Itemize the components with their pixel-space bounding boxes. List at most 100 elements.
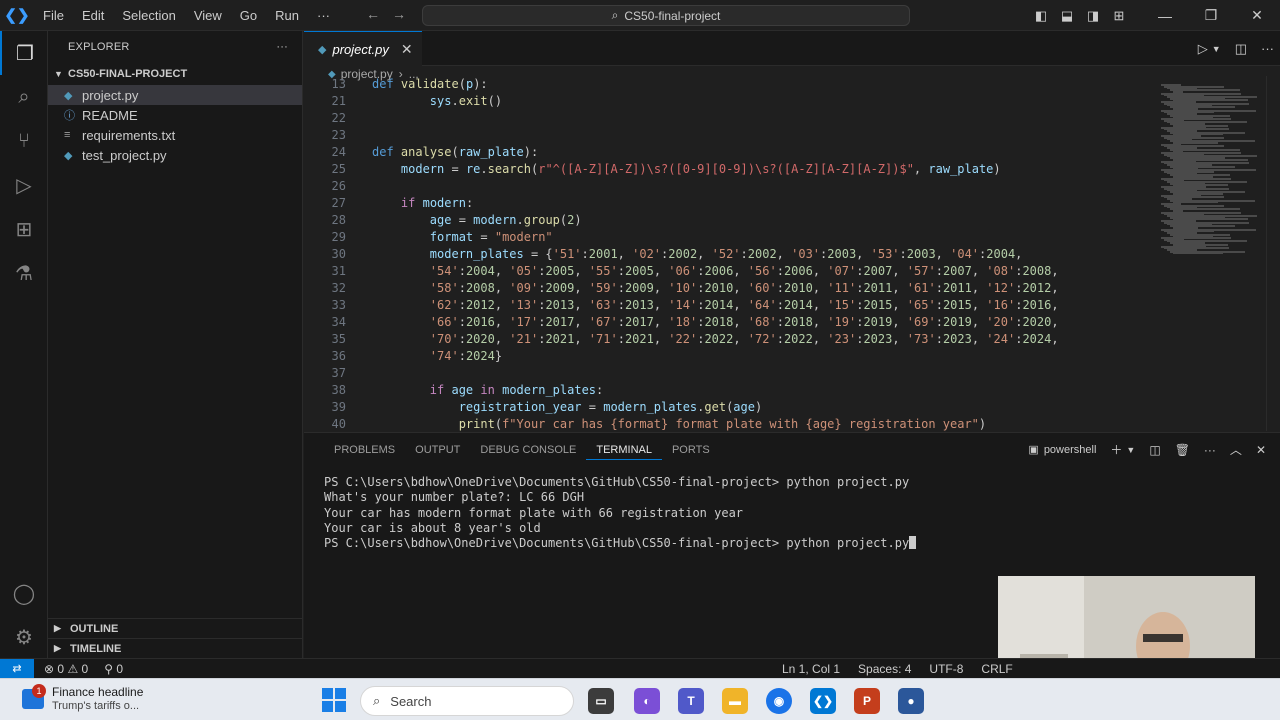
file-label: requirements.txt: [82, 127, 176, 143]
new-terminal-icon[interactable]: ＋: [1110, 441, 1122, 458]
accounts-icon[interactable]: ◯: [0, 571, 48, 615]
code-editor[interactable]: 13 def validate(p): 21 sys.exit() 22 23 24 def…: [304, 76, 1154, 431]
info-icon: ⓘ: [64, 110, 75, 122]
copilot-app-icon[interactable]: ◐: [634, 688, 660, 714]
taskbar-search[interactable]: ⌕ Search: [360, 686, 574, 716]
editor-scrollbar[interactable]: [1266, 76, 1280, 431]
split-terminal-icon[interactable]: ◫: [1149, 443, 1160, 457]
taskbar-search-label: Search: [390, 693, 432, 709]
testing-icon[interactable]: ⚗: [0, 251, 48, 295]
remote-indicator-icon[interactable]: ⇄: [0, 658, 34, 679]
code-line: '66':2016, '17':2017, '67':2017, '18':20…: [429, 315, 1059, 329]
file-project-py[interactable]: ◆ project.py: [48, 85, 302, 105]
more-actions-icon[interactable]: ···: [1204, 443, 1216, 457]
terminal-command: python project.py: [786, 536, 910, 551]
encoding[interactable]: UTF-8: [929, 662, 963, 676]
code-line: '58':2008, '09':2009, '59':2009, '10':20…: [429, 281, 1059, 295]
file-requirements-txt[interactable]: ≡ requirements.txt: [48, 125, 302, 145]
menu-selection[interactable]: Selection: [113, 0, 184, 31]
vscode-app-icon[interactable]: ❮❯: [810, 688, 836, 714]
explorer-title: EXPLORER: [68, 41, 130, 53]
split-editor-icon[interactable]: ◫: [1235, 41, 1247, 57]
command-center-search[interactable]: ⌕ CS50-final-project: [422, 5, 910, 26]
line-number: 35: [331, 332, 346, 346]
line-number: 37: [331, 366, 346, 380]
close-window-icon[interactable]: ✕: [1234, 7, 1280, 24]
close-tab-icon[interactable]: ✕: [401, 41, 413, 58]
menu-run[interactable]: Run: [266, 0, 308, 31]
tab-output[interactable]: OUTPUT: [405, 441, 470, 460]
workspace-folder[interactable]: ▼ CS50-FINAL-PROJECT: [48, 63, 302, 85]
forward-arrow-icon[interactable]: →: [392, 6, 406, 22]
warning-icon: ⚠: [67, 661, 79, 676]
restore-icon[interactable]: ❐: [1188, 7, 1234, 24]
maximize-panel-icon[interactable]: ︿: [1230, 441, 1242, 458]
menu-go[interactable]: Go: [231, 0, 266, 31]
terminal-prompt-line[interactable]: PS C:\Users\bdhow\OneDrive\Documents\Git…: [324, 536, 917, 551]
code-line: def analyse(raw_plate):: [372, 145, 539, 159]
back-arrow-icon[interactable]: ←: [366, 6, 380, 22]
toggle-panel-icon[interactable]: ⬓: [1054, 8, 1080, 24]
minimize-icon[interactable]: —: [1142, 8, 1188, 24]
explorer-more-button[interactable]: ···: [276, 41, 288, 53]
line-number: 31: [331, 264, 346, 278]
menu-view[interactable]: View: [185, 0, 231, 31]
source-control-icon[interactable]: ⑂: [0, 119, 48, 163]
file-label: README: [82, 107, 138, 123]
manage-gear-icon[interactable]: ⚙: [0, 615, 48, 659]
minimap-line: [1173, 252, 1223, 255]
explorer-icon[interactable]: ❐: [0, 31, 48, 75]
menu-edit[interactable]: Edit: [73, 0, 113, 31]
folder-app-icon[interactable]: ▬: [722, 688, 748, 714]
ports-status[interactable]: ⚲ 0: [104, 662, 123, 676]
python-file-icon: ◆: [64, 149, 73, 162]
tab-problems[interactable]: PROBLEMS: [324, 441, 405, 460]
kill-terminal-icon[interactable]: 🗑: [1175, 443, 1190, 457]
extensions-icon[interactable]: ⊞: [0, 207, 48, 251]
search-view-icon[interactable]: ⌕: [0, 75, 48, 119]
timeline-section[interactable]: ▶ TIMELINE: [48, 638, 303, 658]
tab-project-py[interactable]: ◆ project.py ✕: [304, 31, 422, 66]
code-line: '54':2004, '05':2005, '55':2005, '06':20…: [429, 264, 1059, 278]
news-widget[interactable]: 1 Finance headline Trump's tariffs o...: [22, 684, 143, 713]
code-line: print(f"Your car has {format} format pla…: [458, 417, 987, 431]
close-panel-icon[interactable]: ✕: [1256, 443, 1266, 457]
outline-section[interactable]: ▶ OUTLINE: [48, 618, 303, 638]
chrome-app-icon[interactable]: ◉: [766, 688, 792, 714]
terminal-shell-selector[interactable]: ▣ powershell: [1028, 443, 1096, 457]
toggle-secondary-sidebar-icon[interactable]: ◨: [1080, 8, 1106, 24]
error-count: 0: [57, 661, 65, 676]
code-line: '70':2020, '21':2021, '71':2021, '22':20…: [429, 332, 1059, 346]
menu-more[interactable]: ···: [308, 0, 339, 31]
problems-status[interactable]: ⊗ 0 ⚠ 0: [44, 662, 88, 676]
chevron-down-icon[interactable]: ▼: [1126, 445, 1135, 455]
news-subtitle: Trump's tariffs o...: [52, 700, 140, 712]
run-python-file-icon[interactable]: ▷: [1198, 41, 1208, 57]
file-readme[interactable]: ⓘ README: [48, 105, 302, 125]
recording-app-icon[interactable]: ●: [898, 688, 924, 714]
teams-app-icon[interactable]: T: [678, 688, 704, 714]
file-explorer-app-icon[interactable]: ▭: [588, 688, 614, 714]
menu-file[interactable]: File: [34, 0, 73, 31]
minimap[interactable]: [1155, 76, 1265, 431]
chevron-down-icon[interactable]: ▼: [1212, 44, 1221, 54]
text-file-icon: ≡: [64, 129, 71, 141]
cursor-position[interactable]: Ln 1, Col 1: [782, 662, 840, 676]
terminal-icon: ▣: [1028, 444, 1039, 456]
tab-ports[interactable]: PORTS: [662, 441, 720, 460]
tab-debug-console[interactable]: DEBUG CONSOLE: [470, 441, 586, 460]
line-number: 28: [331, 213, 346, 227]
powerpoint-app-icon[interactable]: P: [854, 688, 880, 714]
start-button-icon[interactable]: [322, 688, 346, 712]
run-debug-icon[interactable]: ▷: [0, 163, 48, 207]
code-line: format = "modern": [429, 230, 553, 244]
indentation[interactable]: Spaces: 4: [858, 662, 911, 676]
workspace-folder-label: CS50-FINAL-PROJECT: [68, 68, 188, 80]
end-of-line[interactable]: CRLF: [981, 662, 1012, 676]
terminal-output[interactable]: PS C:\Users\bdhow\OneDrive\Documents\Git…: [324, 475, 917, 551]
file-test-project-py[interactable]: ◆ test_project.py: [48, 145, 302, 165]
more-actions-icon[interactable]: ···: [1261, 41, 1274, 56]
tab-terminal[interactable]: TERMINAL: [586, 441, 662, 460]
customize-layout-icon[interactable]: ⊞: [1106, 8, 1132, 24]
toggle-primary-sidebar-icon[interactable]: ◧: [1028, 8, 1054, 24]
